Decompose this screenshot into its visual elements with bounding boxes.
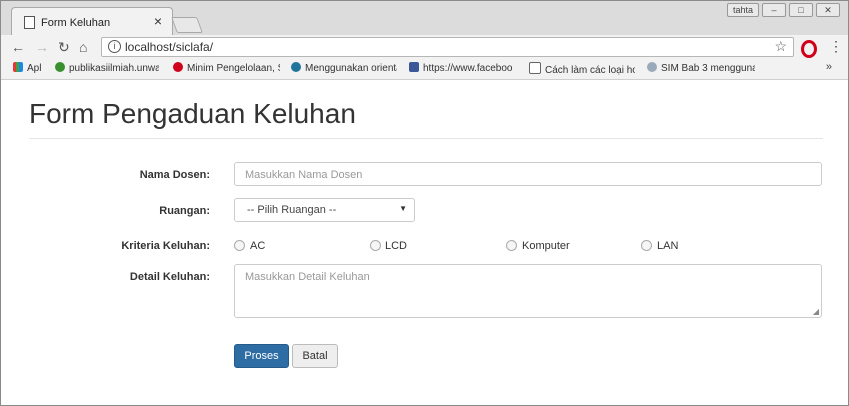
batal-button[interactable]: Batal	[292, 344, 338, 368]
window-controls: tahta – □ ✕	[727, 3, 840, 17]
radio-lcd[interactable]	[370, 240, 381, 251]
new-tab-button[interactable]	[171, 17, 203, 33]
cloud-icon	[647, 62, 657, 72]
nama-dosen-placeholder: Masukkan Nama Dosen	[245, 169, 363, 181]
nama-dosen-input[interactable]: Masukkan Nama Dosen	[234, 162, 822, 186]
profile-button[interactable]: tahta	[727, 3, 759, 17]
bookmark-item[interactable]: https://www.faceboo	[409, 62, 515, 74]
bookmarks-overflow-icon[interactable]: »	[826, 61, 832, 73]
page-icon	[24, 16, 35, 29]
radio-komputer[interactable]	[506, 240, 517, 251]
browser-tab[interactable]: Form Keluhan ×	[11, 7, 173, 36]
bookmark-item[interactable]: Menggunakan orienta	[291, 62, 397, 74]
title-divider	[29, 138, 823, 139]
radio-lcd-label[interactable]: LCD	[385, 240, 407, 252]
home-icon[interactable]: ⌂	[79, 39, 87, 55]
kriteria-label: Kriteria Keluhan:	[121, 240, 210, 252]
forward-icon[interactable]: →	[35, 39, 49, 55]
radio-komputer-label[interactable]: Komputer	[522, 240, 570, 252]
browser-menu-icon[interactable]: ⋮	[829, 38, 843, 55]
bookmark-apps[interactable]: Apl	[13, 62, 41, 74]
site-icon	[173, 62, 183, 72]
minimize-button[interactable]: –	[762, 3, 786, 17]
title-bar: Form Keluhan × tahta – □ ✕	[1, 1, 848, 36]
site-globe-icon	[55, 62, 65, 72]
facebook-icon	[409, 62, 419, 72]
page-title: Form Pengaduan Keluhan	[29, 98, 356, 129]
detail-label: Detail Keluhan:	[129, 271, 210, 283]
bookmark-item[interactable]: publikasiilmiah.unwah	[55, 62, 159, 74]
bookmark-item[interactable]: Minim Pengelolaan, S	[173, 62, 280, 74]
tab-close-icon[interactable]: ×	[154, 13, 162, 29]
back-icon[interactable]: ←	[11, 39, 25, 55]
tab-title: Form Keluhan	[41, 17, 111, 29]
opera-extension-icon[interactable]	[801, 40, 817, 58]
resize-handle-icon[interactable]: ◢	[813, 307, 819, 316]
ruangan-label: Ruangan:	[159, 205, 210, 217]
bookmark-star-icon[interactable]: ☆	[774, 38, 787, 55]
detail-placeholder: Masukkan Detail Keluhan	[245, 271, 370, 283]
address-bar[interactable]: i localhost/siclafa/ ☆	[101, 37, 794, 57]
browser-window: Form Keluhan × tahta – □ ✕ ← → ↻ ⌂ i loc…	[0, 0, 849, 406]
nama-dosen-label: Nama Dosen:	[139, 169, 210, 181]
bookmark-item[interactable]: Cách làm các loại hoa	[529, 62, 635, 76]
detail-textarea[interactable]: Masukkan Detail Keluhan ◢	[234, 264, 822, 318]
radio-ac[interactable]	[234, 240, 245, 251]
info-icon[interactable]: i	[108, 40, 121, 53]
reload-icon[interactable]: ↻	[58, 39, 70, 56]
radio-lan-label[interactable]: LAN	[657, 240, 678, 252]
ruangan-selected: -- Pilih Ruangan --	[247, 204, 337, 216]
wordpress-icon	[291, 62, 301, 72]
bookmarks-bar: Apl publikasiilmiah.unwah Minim Pengelol…	[1, 59, 848, 80]
browser-toolbar: ← → ↻ ⌂ i localhost/siclafa/ ☆ ⋮	[1, 35, 848, 59]
apps-grid-icon	[13, 62, 23, 72]
radio-lan[interactable]	[641, 240, 652, 251]
page-icon	[529, 62, 541, 74]
ruangan-select[interactable]: -- Pilih Ruangan -- ▼	[234, 198, 415, 222]
bookmark-item[interactable]: SIM Bab 3 mengguna	[647, 62, 755, 74]
page-content: Form Pengaduan Keluhan Nama Dosen: Masuk…	[1, 80, 848, 404]
url-text[interactable]: localhost/siclafa/	[125, 40, 213, 54]
maximize-button[interactable]: □	[789, 3, 813, 17]
radio-ac-label[interactable]: AC	[250, 240, 265, 252]
caret-down-icon: ▼	[399, 204, 407, 213]
close-window-button[interactable]: ✕	[816, 3, 840, 17]
proses-button[interactable]: Proses	[234, 344, 289, 368]
